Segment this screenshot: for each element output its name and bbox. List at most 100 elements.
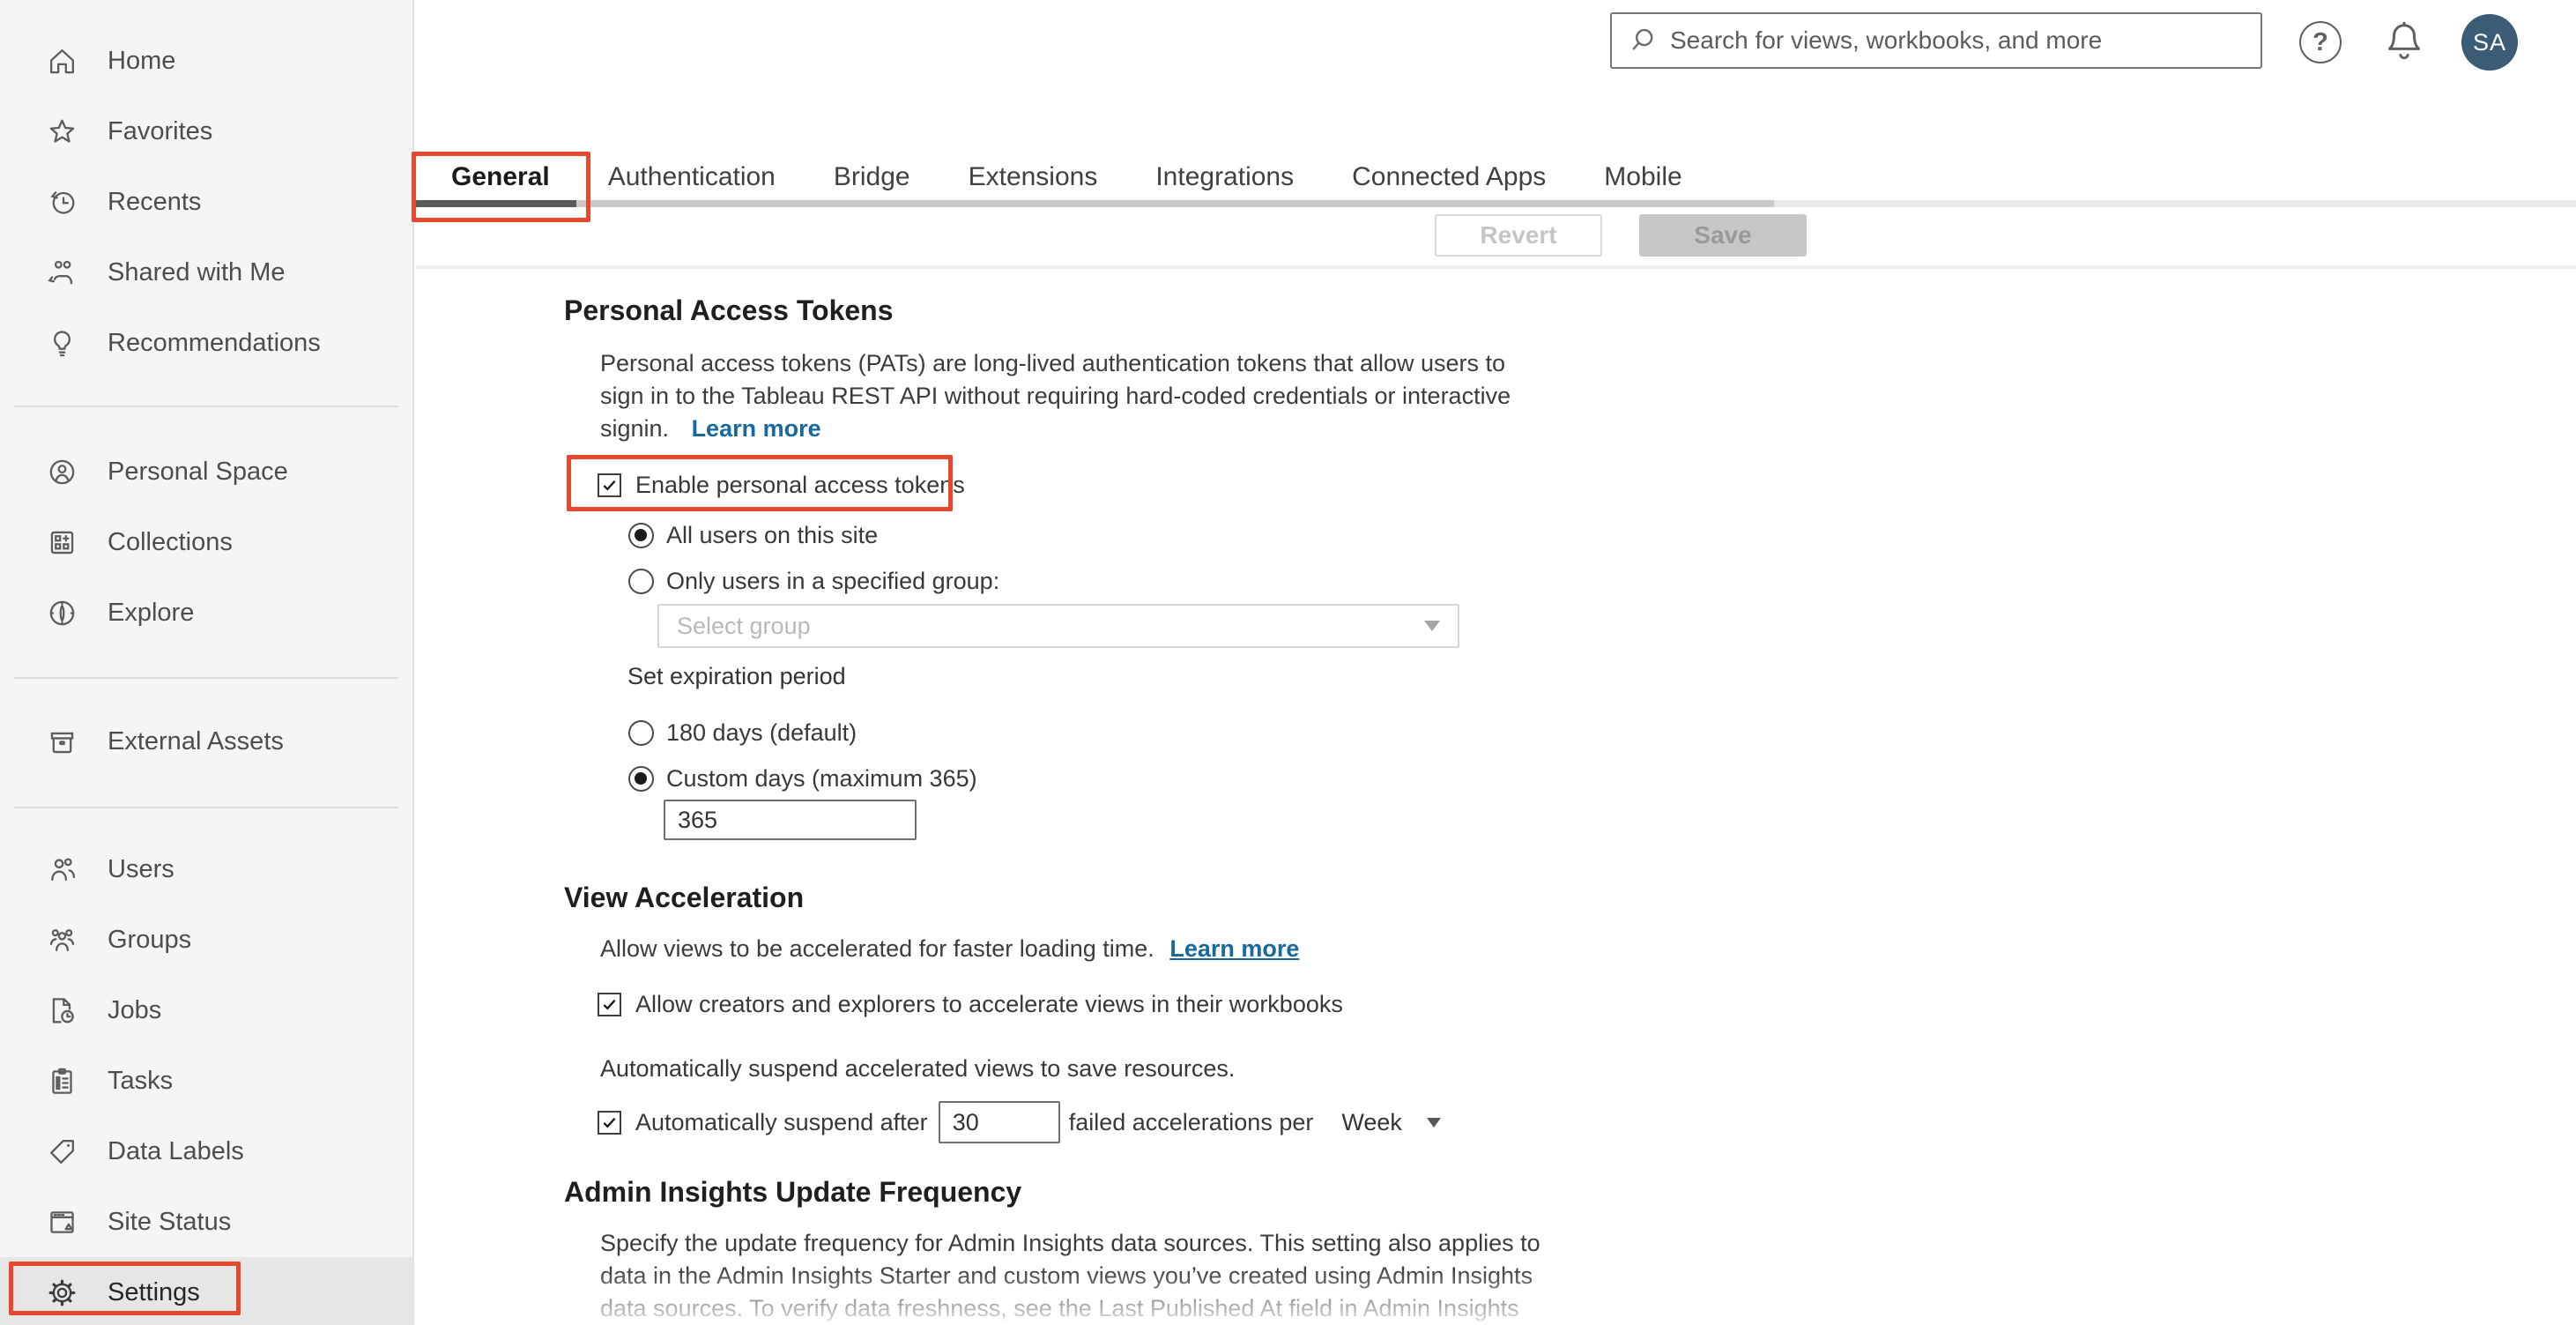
group-select[interactable]: Select group (657, 604, 1459, 648)
period-value: Week (1341, 1108, 1402, 1135)
sidebar-item-personal-space[interactable]: Personal Space (0, 436, 412, 507)
custom-days-input[interactable] (664, 800, 917, 840)
sidebar-item-label: Home (108, 46, 176, 75)
sidebar-item-shared-with-me[interactable]: Shared with Me (0, 237, 412, 308)
sidebar-group-top: Home Favorites Recents Shared with Me Re… (0, 0, 412, 378)
view-accel-intro-text: Allow views to be accelerated for faster… (600, 935, 1154, 962)
admin-insights-line: Specify the update frequency for Admin I… (600, 1230, 1540, 1256)
tab-general[interactable]: General (451, 162, 550, 192)
specified-group-row: Only users in a specified group: (628, 568, 999, 595)
sidebar-item-jobs[interactable]: Jobs (0, 975, 412, 1046)
sidebar-item-recents[interactable]: Recents (0, 167, 412, 237)
star-icon (44, 114, 79, 149)
enable-pat-row: Enable personal access tokens (598, 472, 965, 499)
period-dropdown[interactable]: Week (1341, 1109, 1441, 1136)
auto-suspend-checkbox[interactable] (598, 1110, 621, 1135)
pat-description-line: Personal access tokens (PATs) are long-l… (600, 350, 1506, 376)
tab-connected-apps[interactable]: Connected Apps (1352, 162, 1546, 192)
question-mark-icon: ? (2312, 27, 2328, 56)
custom-days-label: Custom days (maximum 365) (666, 765, 977, 792)
sidebar-item-label: Data Labels (108, 1136, 244, 1165)
sidebar-item-label: Shared with Me (108, 257, 286, 287)
sidebar-item-explore[interactable]: Explore (0, 577, 412, 648)
chevron-down-icon (1426, 1117, 1441, 1128)
specified-group-radio[interactable] (628, 569, 654, 594)
pat-description-line: sign in to the Tableau REST API without … (600, 383, 1511, 409)
allow-accelerate-checkbox[interactable] (598, 993, 621, 1016)
sidebar-item-label: Settings (108, 1277, 200, 1306)
search-input[interactable] (1670, 26, 2234, 55)
notifications-button[interactable] (2379, 18, 2429, 67)
search-box (1610, 12, 2262, 69)
external-assets-icon (44, 724, 79, 759)
tab-extensions[interactable]: Extensions (969, 162, 1098, 192)
jobs-icon (44, 993, 79, 1028)
sidebar-item-tasks[interactable]: Tasks (0, 1046, 412, 1116)
search-icon (1632, 28, 1653, 50)
compass-icon (44, 595, 79, 630)
sidebar-item-label: Recents (108, 187, 202, 216)
revert-button[interactable]: Revert (1435, 214, 1602, 257)
sidebar-item-home[interactable]: Home (0, 26, 412, 96)
selected-tab-indicator (414, 200, 576, 207)
sidebar-item-users[interactable]: Users (0, 834, 412, 904)
sidebar-item-external-assets[interactable]: External Assets (0, 706, 412, 777)
help-button[interactable]: ? (2299, 21, 2342, 63)
sidebar-item-label: Recommendations (108, 328, 321, 357)
bell-icon (2388, 21, 2420, 60)
save-button[interactable]: Save (1639, 214, 1807, 257)
sidebar-item-label: Groups (108, 925, 192, 954)
checkmark-icon (603, 1117, 616, 1128)
tableau-site-settings-page: Home Favorites Recents Shared with Me Re… (0, 0, 2576, 1325)
custom-days-row: Custom days (maximum 365) (628, 765, 977, 793)
sidebar-item-recommendations[interactable]: Recommendations (0, 308, 412, 378)
auto-suspend-suffix: failed accelerations per (1068, 1108, 1314, 1135)
enable-pat-checkbox[interactable] (598, 473, 621, 497)
sidebar-divider (14, 677, 398, 679)
days-180-radio[interactable] (628, 720, 654, 746)
sidebar-item-data-labels[interactable]: Data Labels (0, 1116, 412, 1187)
tab-bridge[interactable]: Bridge (834, 162, 910, 192)
users-icon (44, 852, 79, 887)
all-users-radio[interactable] (628, 523, 654, 548)
allow-accelerate-label: Allow creators and explorers to accelera… (635, 991, 1343, 1017)
sidebar-item-site-status[interactable]: Site Status (0, 1187, 412, 1257)
sidebar-item-favorites[interactable]: Favorites (0, 96, 412, 167)
shared-with-me-icon (44, 255, 79, 290)
header-separator (416, 265, 2576, 269)
pat-learn-more-link[interactable]: Learn more (692, 415, 821, 442)
gear-icon (44, 1275, 79, 1310)
tab-underline-track (414, 200, 1774, 207)
sidebar-item-label: Tasks (108, 1066, 174, 1095)
tab-bar: General Authentication Bridge Extensions… (451, 162, 1682, 192)
sidebar-group-personal: Personal Space Collections Explore (0, 436, 412, 648)
tab-underline-track-light (1774, 200, 2576, 207)
lightbulb-icon (44, 325, 79, 361)
view-accel-learn-more-link[interactable]: Learn more (1169, 935, 1299, 962)
tab-mobile[interactable]: Mobile (1604, 162, 1681, 192)
failed-accelerations-input[interactable] (938, 1101, 1060, 1143)
sidebar-item-groups[interactable]: Groups (0, 904, 412, 975)
sidebar-item-collections[interactable]: Collections (0, 507, 412, 577)
allow-accelerate-row: Allow creators and explorers to accelera… (598, 991, 1343, 1018)
view-accel-intro: Allow views to be accelerated for faster… (600, 933, 1299, 965)
custom-days-radio[interactable] (628, 766, 654, 792)
admin-insights-line: data sources. To verify data freshness, … (600, 1295, 1519, 1321)
days-180-label: 180 days (default) (666, 719, 857, 746)
sidebar-item-settings[interactable]: Settings (0, 1257, 412, 1325)
sidebar-group-admin: Users Groups Jobs Tasks Data Labels Site… (0, 834, 412, 1325)
specified-group-label: Only users in a specified group: (666, 568, 1000, 594)
sidebar-item-label: Jobs (108, 995, 162, 1024)
sidebar-item-label: Personal Space (108, 457, 288, 486)
sidebar-item-label: Site Status (108, 1207, 232, 1236)
admin-insights-line: data in the Admin Insights Starter and c… (600, 1262, 1533, 1289)
auto-suspend-prefix: Automatically suspend after (635, 1108, 928, 1135)
tab-integrations[interactable]: Integrations (1155, 162, 1294, 192)
groups-icon (44, 922, 79, 957)
tab-authentication[interactable]: Authentication (608, 162, 776, 192)
group-select-placeholder: Select group (677, 612, 811, 639)
admin-insights-description: Specify the update frequency for Admin I… (600, 1227, 1540, 1325)
avatar[interactable]: SA (2461, 14, 2518, 71)
tag-icon (44, 1134, 79, 1169)
sidebar-item-label: Collections (108, 527, 233, 556)
